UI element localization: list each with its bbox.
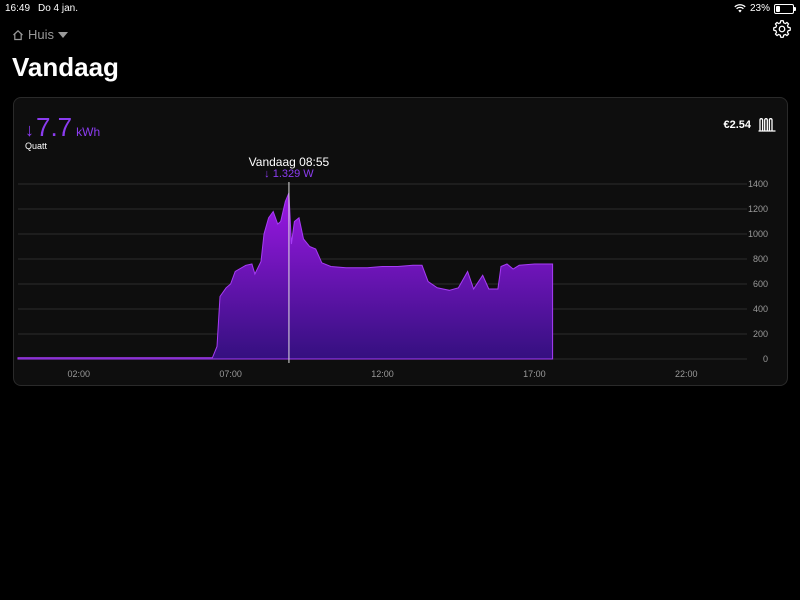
y-tick-label: 1200 bbox=[748, 204, 768, 214]
energy-chart[interactable]: 0 200 400 600 800 1000 1200 1400 02:00 07:00 12:0… bbox=[14, 98, 787, 385]
home-label: Huis bbox=[28, 27, 55, 42]
tooltip-time: Vandaag 08:55 bbox=[248, 155, 330, 169]
y-tick-label: 0 bbox=[763, 354, 768, 364]
wifi-icon bbox=[734, 4, 746, 13]
x-tick-label: 07:00 bbox=[219, 369, 242, 379]
y-tick-label: 200 bbox=[753, 329, 768, 339]
house-icon bbox=[13, 29, 23, 40]
y-axis-ticks: 0 200 400 600 800 1000 1200 1400 bbox=[748, 179, 768, 364]
battery-percentage: 23% bbox=[749, 3, 770, 14]
page-title: Vandaag bbox=[12, 52, 119, 82]
battery-icon bbox=[774, 3, 796, 14]
y-tick-label: 600 bbox=[753, 279, 768, 289]
x-tick-label: 22:00 bbox=[675, 369, 698, 379]
x-tick-label: 02:00 bbox=[67, 369, 90, 379]
gear-icon[interactable] bbox=[772, 19, 792, 39]
chevron-down-icon bbox=[58, 31, 69, 38]
status-bar: 16:49 Do 4 jan. 23% bbox=[0, 0, 800, 16]
x-axis-ticks: 02:00 07:00 12:00 17:00 22:00 bbox=[67, 369, 697, 379]
energy-card[interactable]: ↓ 7.7 kWh Quatt €2.54 0 200 400 600 800 1000 1… bbox=[13, 97, 788, 386]
y-tick-label: 800 bbox=[753, 254, 768, 264]
y-tick-label: 1400 bbox=[748, 179, 768, 189]
x-tick-label: 12:00 bbox=[371, 369, 394, 379]
y-tick-label: 400 bbox=[753, 304, 768, 314]
tooltip-power: ↓ 1.329 W bbox=[264, 168, 314, 180]
y-tick-label: 1000 bbox=[748, 229, 768, 239]
x-tick-label: 17:00 bbox=[523, 369, 546, 379]
status-right: 23% bbox=[734, 3, 796, 14]
status-time: 16:49 bbox=[5, 3, 31, 14]
home-selector[interactable]: Huis bbox=[12, 27, 69, 42]
battery-fill bbox=[776, 5, 780, 12]
status-date: Do 4 jan. bbox=[38, 3, 79, 14]
